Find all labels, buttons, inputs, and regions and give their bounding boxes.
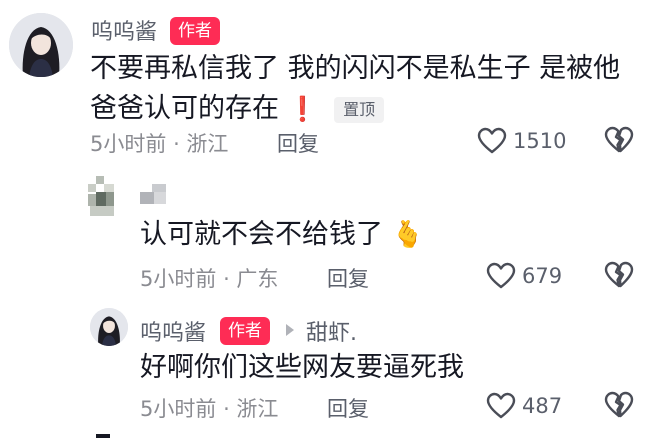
commenter-name-mosaic[interactable]	[140, 182, 178, 210]
comment-2: 认可就不会不给钱了 🫰 5小时前 · 广东 回复 679	[0, 170, 660, 300]
reply-button[interactable]: 回复	[277, 128, 319, 158]
reply-arrow-icon	[284, 322, 296, 342]
dislike-button[interactable]	[604, 391, 634, 423]
finger-heart-emoji: 🫰	[391, 220, 424, 250]
comment-text-line1: 不要再私信我了 我的闪闪不是私生子 是被他	[90, 53, 621, 84]
exclamation-emoji: ❗	[287, 95, 318, 123]
comment-time: 5小时前	[140, 397, 217, 421]
avatar-portrait-icon	[9, 13, 73, 77]
comment-meta: 5小时前 · 浙江	[90, 128, 228, 158]
comment-meta: 5小时前 · 浙江	[140, 393, 278, 423]
reply-to-name[interactable]: 甜虾.	[306, 315, 357, 347]
author-name[interactable]: 呜呜酱	[140, 315, 206, 347]
heart-outline-icon	[477, 127, 507, 154]
dislike-button[interactable]	[604, 126, 634, 158]
author-badge: 作者	[220, 317, 270, 345]
comment-text-line2-text: 爸爸认可的存在	[90, 93, 279, 124]
comment-location: 广东	[236, 267, 279, 291]
comment-text-line2: 爸爸认可的存在 ❗ 置顶	[90, 89, 650, 129]
meta-separator: ·	[223, 267, 237, 291]
dislike-broken-heart-icon	[604, 261, 634, 288]
author-avatar[interactable]	[9, 13, 73, 77]
blurred-name-icon	[140, 184, 166, 204]
comment-1: 呜呜酱 作者 不要再私信我了 我的闪闪不是私生子 是被他 爸爸认可的存在 ❗ 置…	[0, 0, 660, 170]
dislike-broken-heart-icon	[604, 391, 634, 418]
comment-location: 浙江	[186, 132, 229, 156]
dislike-button[interactable]	[604, 261, 634, 293]
author-name[interactable]: 呜呜酱	[91, 14, 157, 46]
author-badge: 作者	[170, 17, 220, 45]
comment-text: 不要再私信我了 我的闪闪不是私生子 是被他 爸爸认可的存在 ❗ 置顶	[90, 49, 650, 129]
mosaic-avatar-icon	[88, 176, 128, 216]
comment-location: 浙江	[236, 397, 279, 421]
next-comment-edge	[96, 434, 110, 438]
reply-arrow-icon-shape	[286, 324, 294, 336]
reply-button[interactable]: 回复	[327, 263, 369, 293]
commenter-avatar[interactable]	[88, 176, 128, 216]
comment-meta: 5小时前 · 广东	[140, 263, 278, 293]
comment-time: 5小时前	[90, 132, 167, 156]
comment-text: 好啊你们这些网友要逼死我	[140, 352, 464, 383]
like-button[interactable]: 487	[486, 389, 562, 423]
avatar-portrait-icon	[90, 308, 128, 346]
pinned-badge: 置顶	[334, 96, 385, 123]
reply-button[interactable]: 回复	[327, 393, 369, 423]
meta-separator: ·	[223, 397, 237, 421]
comment-text-body: 认可就不会不给钱了	[140, 219, 383, 250]
heart-outline-icon	[486, 262, 516, 289]
comment-text: 认可就不会不给钱了 🫰	[140, 215, 424, 255]
author-avatar[interactable]	[90, 308, 128, 346]
like-button[interactable]: 1510	[477, 124, 566, 158]
dislike-broken-heart-icon	[604, 126, 634, 153]
heart-outline-icon	[486, 392, 516, 419]
meta-separator: ·	[173, 132, 187, 156]
like-count: 1510	[513, 129, 567, 153]
comment-3: 呜呜酱 作者 甜虾. 好啊你们这些网友要逼死我 5小时前 · 浙江 回复 487	[0, 300, 660, 438]
comment-time: 5小时前	[140, 267, 217, 291]
like-count: 679	[522, 264, 563, 288]
like-button[interactable]: 679	[486, 259, 562, 293]
like-count: 487	[522, 394, 563, 418]
